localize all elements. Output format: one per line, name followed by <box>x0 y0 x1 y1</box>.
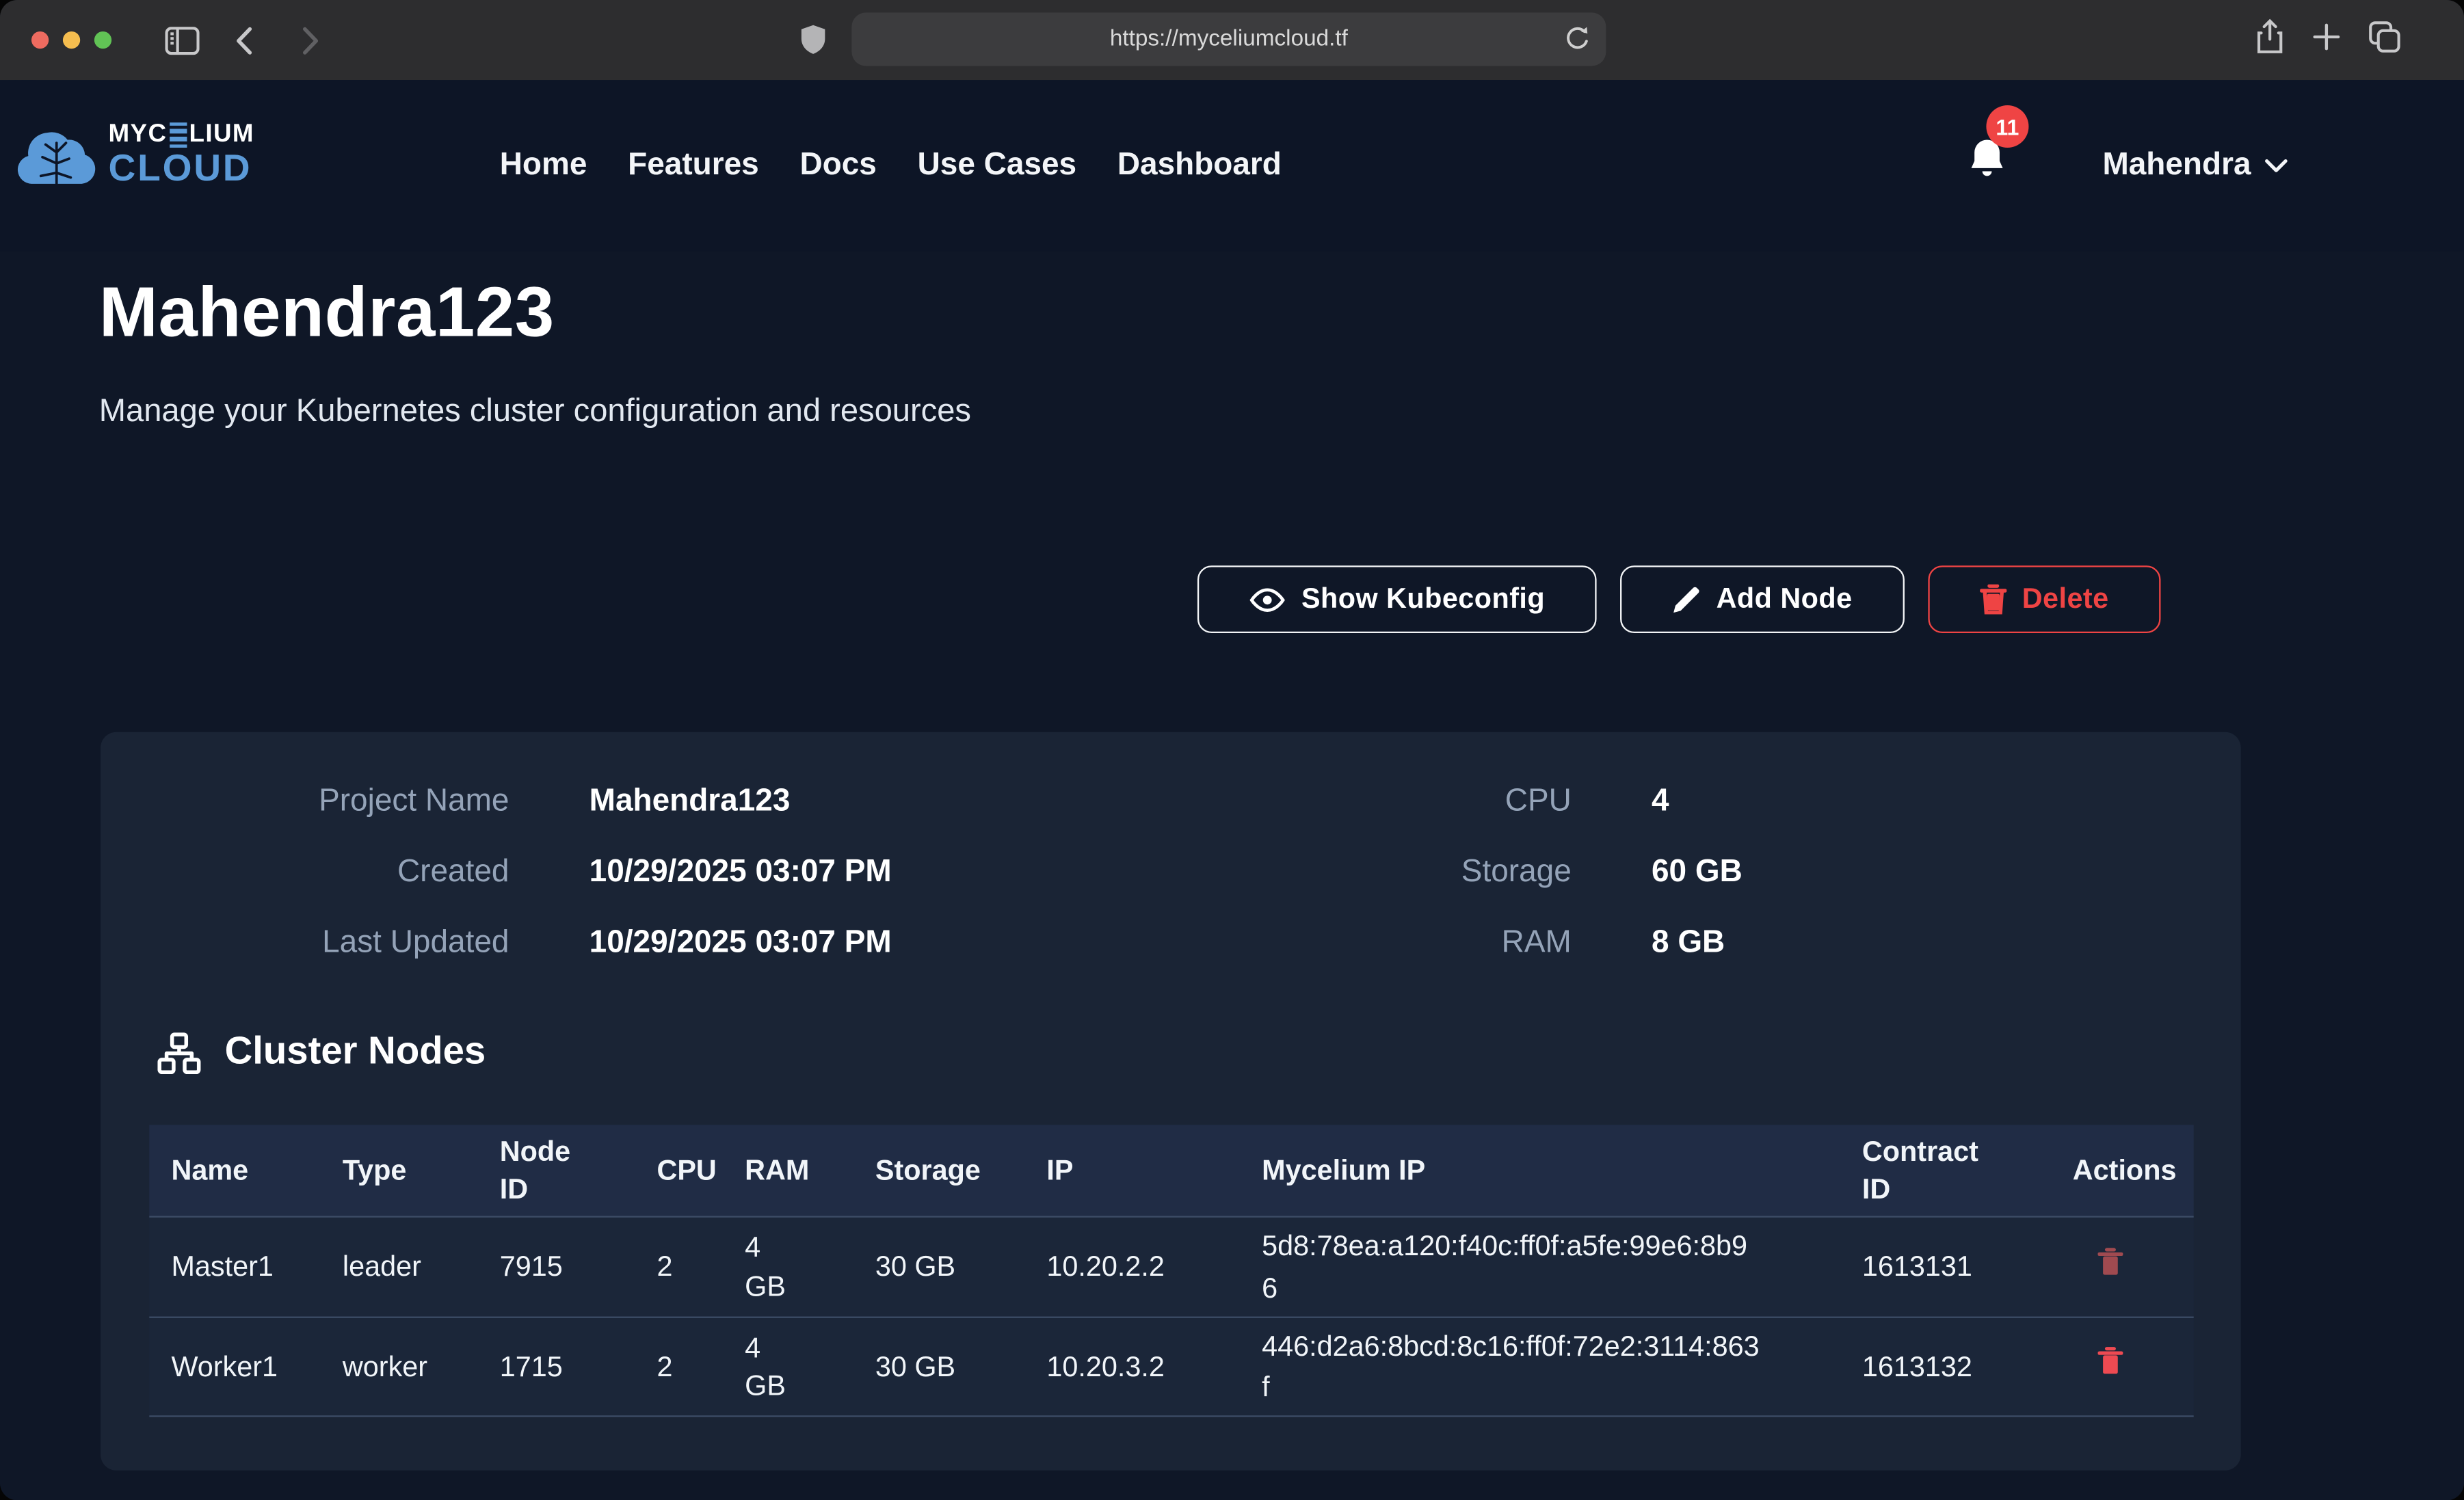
logo-e-bars <box>170 122 187 148</box>
ram-value: 8 GB <box>1652 925 1725 961</box>
info-row: Project Name Mahendra123 <box>101 784 892 855</box>
close-window-button[interactable] <box>31 31 49 49</box>
notifications-button[interactable]: 11 <box>1968 137 2006 189</box>
info-row: CPU 4 <box>1201 784 1743 855</box>
url-text: https://myceliumcloud.tf <box>1110 27 1348 52</box>
info-row: Last Updated 10/29/2025 03:07 PM <box>101 925 892 995</box>
trash-icon <box>2098 1347 2123 1377</box>
delete-node-button[interactable] <box>2073 1247 2123 1282</box>
sidebar-toggle-icon[interactable] <box>165 0 200 80</box>
minimize-window-button[interactable] <box>63 31 80 49</box>
nav-link-home[interactable]: Home <box>500 148 587 184</box>
page-subtitle: Manage your Kubernetes cluster configura… <box>99 392 971 430</box>
nav-link-docs[interactable]: Docs <box>799 148 876 184</box>
page-title: Mahendra123 <box>99 272 555 353</box>
add-node-button[interactable]: Add Node <box>1620 565 1904 633</box>
table-row: Master1 leader 7915 2 4 GB 30 GB 10.20.2… <box>149 1216 2193 1316</box>
chevron-down-icon <box>2265 159 2288 173</box>
address-bar[interactable]: https://myceliumcloud.tf <box>851 12 1606 66</box>
zoom-window-button[interactable] <box>94 31 111 49</box>
browser-window: https://myceliumcloud.tf <box>0 0 2464 1500</box>
user-menu[interactable]: Mahendra <box>2102 80 2288 251</box>
trash-icon <box>2098 1247 2123 1277</box>
table-row: Worker1 worker 1715 2 4 GB 30 GB 10.20.3… <box>149 1317 2193 1417</box>
logo-word-bottom: CLOUD <box>109 151 254 189</box>
trash-icon <box>1980 585 2006 615</box>
nav-links: Home Features Docs Use Cases Dashboard <box>500 80 1282 251</box>
storage-value: 60 GB <box>1652 855 1743 891</box>
info-row: Storage 60 GB <box>1201 855 1743 925</box>
nav-link-use-cases[interactable]: Use Cases <box>918 148 1077 184</box>
network-nodes-icon <box>157 1032 201 1074</box>
tab-overview-icon[interactable] <box>2368 20 2401 61</box>
site-navbar: MYC LIUM CLOUD Home Features Docs Use Ca… <box>0 80 2464 251</box>
share-icon[interactable] <box>2255 18 2285 62</box>
last-updated-value: 10/29/2025 03:07 PM <box>589 925 892 961</box>
new-tab-icon[interactable] <box>2311 21 2342 59</box>
window-controls <box>31 31 111 49</box>
cluster-nodes-heading: Cluster Nodes <box>157 1030 486 1074</box>
nav-link-dashboard[interactable]: Dashboard <box>1117 148 1282 184</box>
cluster-nodes-table: Name Type Node ID CPU RAM Storage IP Myc… <box>149 1125 2193 1417</box>
nav-link-features[interactable]: Features <box>628 148 759 184</box>
delete-node-button[interactable] <box>2073 1347 2123 1382</box>
cluster-actions-toolbar: Show Kubeconfig Add Node Delete <box>1197 565 2160 633</box>
privacy-shield-icon[interactable] <box>800 0 827 80</box>
cluster-details-card: Project Name Mahendra123 Created 10/29/2… <box>101 732 2241 1471</box>
pencil-icon <box>1672 585 1700 613</box>
table-header-row: Name Type Node ID CPU RAM Storage IP Myc… <box>149 1125 2193 1216</box>
created-value: 10/29/2025 03:07 PM <box>589 855 892 891</box>
forward-icon[interactable] <box>302 0 319 80</box>
back-icon[interactable] <box>236 0 253 80</box>
reload-icon[interactable] <box>1565 25 1591 62</box>
show-kubeconfig-button[interactable]: Show Kubeconfig <box>1197 565 1597 633</box>
browser-toolbar: https://myceliumcloud.tf <box>0 0 2464 80</box>
info-row: RAM 8 GB <box>1201 925 1743 995</box>
eye-icon <box>1249 587 1286 612</box>
notification-count-badge: 11 <box>1986 105 2028 148</box>
cloud-logo-icon <box>16 121 97 190</box>
delete-cluster-button[interactable]: Delete <box>1928 565 2161 633</box>
info-row: Created 10/29/2025 03:07 PM <box>101 855 892 925</box>
logo-word-top: MYC LIUM <box>109 122 254 148</box>
user-name: Mahendra <box>2102 148 2251 184</box>
cpu-value: 4 <box>1652 784 1669 820</box>
page-content: Mahendra123 Manage your Kubernetes clust… <box>0 80 2464 1500</box>
project-name-value: Mahendra123 <box>589 784 791 820</box>
cluster-info-left: Project Name Mahendra123 Created 10/29/2… <box>101 784 892 996</box>
mycelium-cloud-logo[interactable]: MYC LIUM CLOUD <box>16 121 254 190</box>
cluster-info-right: CPU 4 Storage 60 GB RAM 8 GB <box>1201 784 1743 996</box>
